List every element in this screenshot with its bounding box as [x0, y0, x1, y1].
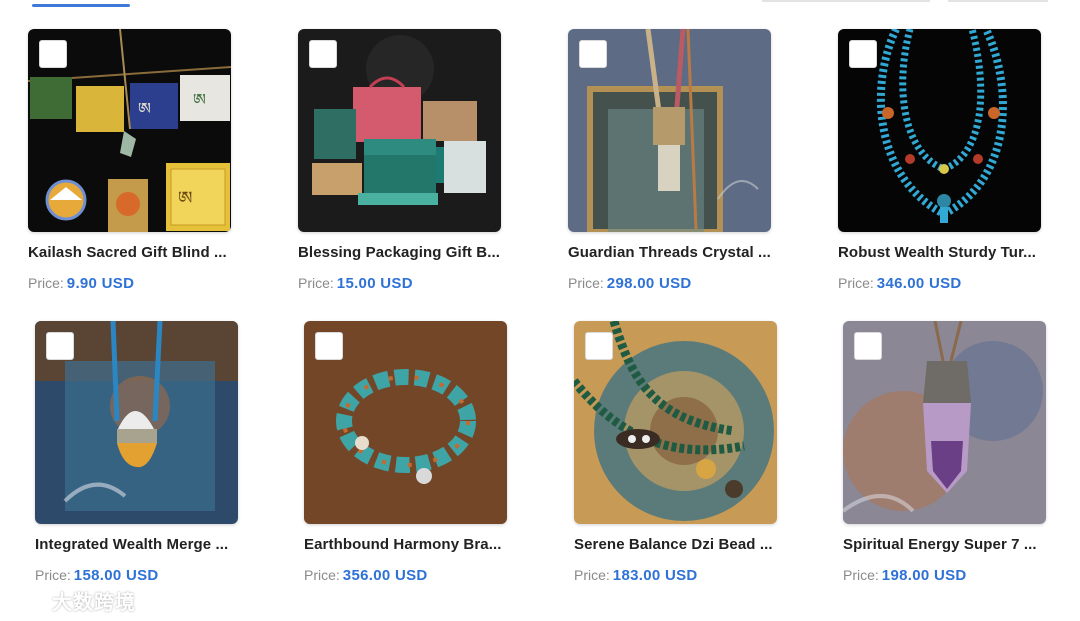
price-row: Price: 183.00 USD	[574, 567, 779, 584]
price-label: Price:	[838, 275, 874, 291]
price-row: Price: 298.00 USD	[568, 275, 773, 292]
svg-text:ཨ: ཨ	[193, 90, 206, 109]
product-image[interactable]	[843, 321, 1046, 524]
price-value: 346.00 USD	[876, 275, 962, 292]
product-grid: ཨ ཨ ཨ Kailash Sacred Gift Blind ... Pric…	[0, 0, 1080, 621]
price-row: Price: 158.00 USD	[35, 567, 240, 584]
select-checkbox[interactable]	[854, 332, 882, 360]
watermark-logo-icon	[8, 590, 48, 609]
product-title[interactable]: Guardian Threads Crystal ...	[568, 244, 773, 261]
price-value: 298.00 USD	[606, 275, 692, 292]
product-image[interactable]	[838, 29, 1041, 232]
product-card[interactable]: Guardian Threads Crystal ... Price: 298.0…	[568, 29, 773, 292]
price-value: 9.90 USD	[66, 275, 135, 292]
product-title[interactable]: Robust Wealth Sturdy Tur...	[838, 244, 1043, 261]
price-value: 15.00 USD	[336, 275, 413, 292]
watermark-text: 大数跨境	[52, 591, 136, 614]
price-value: 183.00 USD	[612, 567, 698, 584]
product-title[interactable]: Spiritual Energy Super 7 ...	[843, 536, 1048, 553]
product-image[interactable]	[568, 29, 771, 232]
product-image[interactable]: ཨ ཨ ཨ	[28, 29, 231, 232]
product-card[interactable]: Serene Balance Dzi Bead ... Price: 183.00…	[574, 321, 779, 584]
watermark: 大数跨境	[8, 587, 136, 614]
price-row: Price: 15.00 USD	[298, 275, 503, 292]
product-card[interactable]: Earthbound Harmony Bra... Price: 356.00 U…	[304, 321, 509, 584]
price-label: Price:	[568, 275, 604, 291]
product-card[interactable]: Integrated Wealth Merge ... Price: 158.00…	[35, 321, 240, 584]
product-card[interactable]: Robust Wealth Sturdy Tur... Price: 346.00…	[838, 29, 1043, 292]
select-checkbox[interactable]	[46, 332, 74, 360]
product-card[interactable]: ཨ ཨ ཨ Kailash Sacred Gift Blind ... Pric…	[28, 29, 233, 292]
product-title[interactable]: Blessing Packaging Gift B...	[298, 244, 503, 261]
price-row: Price: 198.00 USD	[843, 567, 1048, 584]
product-title[interactable]: Earthbound Harmony Bra...	[304, 536, 509, 553]
price-label: Price:	[28, 275, 64, 291]
select-checkbox[interactable]	[579, 40, 607, 68]
select-checkbox[interactable]	[585, 332, 613, 360]
product-image[interactable]	[304, 321, 507, 524]
select-checkbox[interactable]	[39, 40, 67, 68]
select-checkbox[interactable]	[849, 40, 877, 68]
price-label: Price:	[843, 567, 879, 583]
product-image[interactable]	[298, 29, 501, 232]
price-label: Price:	[574, 567, 610, 583]
price-label: Price:	[298, 275, 334, 291]
select-checkbox[interactable]	[309, 40, 337, 68]
product-card[interactable]: Blessing Packaging Gift B... Price: 15.00…	[298, 29, 503, 292]
price-label: Price:	[304, 567, 340, 583]
price-value: 356.00 USD	[342, 567, 428, 584]
price-value: 198.00 USD	[881, 567, 967, 584]
price-label: Price:	[35, 567, 71, 583]
product-card[interactable]: Spiritual Energy Super 7 ... Price: 198.0…	[843, 321, 1048, 584]
svg-text:ཨ: ཨ	[138, 99, 151, 118]
price-row: Price: 346.00 USD	[838, 275, 1043, 292]
select-checkbox[interactable]	[315, 332, 343, 360]
product-image[interactable]	[35, 321, 238, 524]
svg-text:ཨ: ཨ	[178, 188, 192, 209]
price-row: Price: 9.90 USD	[28, 275, 233, 292]
product-title[interactable]: Integrated Wealth Merge ...	[35, 536, 240, 553]
price-row: Price: 356.00 USD	[304, 567, 509, 584]
price-value: 158.00 USD	[73, 567, 159, 584]
product-title[interactable]: Kailash Sacred Gift Blind ...	[28, 244, 233, 261]
product-image[interactable]	[574, 321, 777, 524]
product-title[interactable]: Serene Balance Dzi Bead ...	[574, 536, 779, 553]
